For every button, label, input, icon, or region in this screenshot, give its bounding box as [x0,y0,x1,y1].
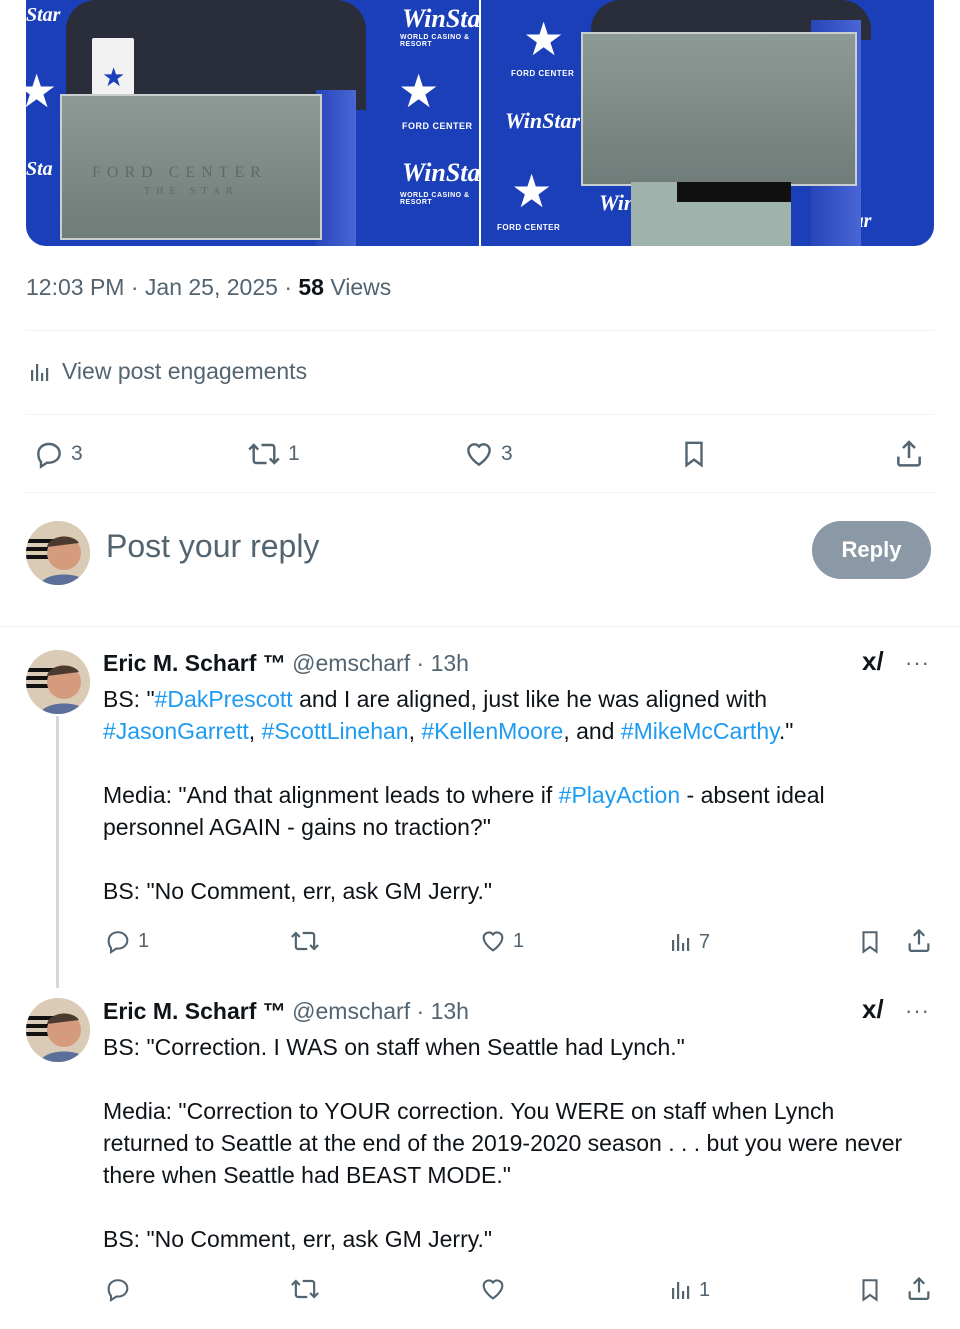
analytics-icon [28,360,52,384]
bookmark-action[interactable] [857,928,883,956]
reply-action[interactable]: 1 [104,927,149,955]
views-count: 58 [298,274,324,300]
repost-icon [246,438,282,470]
photo-left-brand: WinStar [402,4,479,33]
photo-left[interactable]: Star ★ WinStar WORLD CASINO & RESORT FOR… [26,0,479,246]
share-icon [905,927,933,955]
hashtag-link[interactable]: #JasonGarrett [103,718,249,744]
share-action[interactable] [905,927,933,955]
reply-text: BS: "Correction. I WAS on staff when Sea… [103,1034,903,1252]
avatar[interactable] [26,521,90,585]
share-icon [905,1275,933,1303]
bookmark-icon [857,928,883,956]
share-icon [893,438,925,470]
like-action[interactable]: 3 [463,438,513,470]
reply-time[interactable]: 13h [431,650,469,676]
author-name[interactable]: Eric M. Scharf ™ [103,650,286,676]
repost-action[interactable] [289,1275,327,1303]
reply-action[interactable] [104,1275,138,1303]
hashtag-link[interactable]: #KellenMoore [421,718,563,744]
author-name[interactable]: Eric M. Scharf ™ [103,998,286,1024]
thread-line [56,716,59,988]
reply-icon [104,927,132,955]
reply-input[interactable]: Post your reply [106,528,319,565]
grok-icon[interactable]: x/ [862,646,884,677]
podium-text: FORD CENTER [92,164,267,181]
repost-icon [289,927,321,955]
more-icon[interactable]: ··· [905,998,930,1024]
bookmark-action[interactable] [857,1276,883,1304]
author-handle[interactable]: @emscharf [292,650,410,676]
repost-icon [289,1275,321,1303]
hashtag-link[interactable]: #DakPrescott [155,686,293,712]
hashtag-link[interactable]: #PlayAction [559,782,680,808]
more-icon[interactable]: ··· [905,650,930,676]
analytics-icon [669,929,693,955]
avatar[interactable] [26,650,90,714]
share-action[interactable] [905,1275,933,1303]
avatar[interactable] [26,998,90,1062]
bookmark-icon [857,1276,883,1304]
reply-header: Eric M. Scharf ™ @emscharf · 13h [103,998,469,1024]
divider [26,330,934,331]
views-action[interactable]: 1 [669,1277,710,1303]
repost-action[interactable]: 1 [246,438,300,470]
reply-icon [104,1275,132,1303]
bookmark-action[interactable] [679,438,709,470]
view-engagements-link[interactable]: View post engagements [28,358,307,385]
like-action[interactable] [479,1275,513,1303]
heart-icon [479,927,507,955]
author-handle[interactable]: @emscharf [292,998,410,1024]
grok-icon[interactable]: x/ [862,994,884,1025]
hashtag-link[interactable]: #ScottLinehan [262,718,409,744]
like-action[interactable]: 1 [479,927,524,955]
reply-text: BS: "#DakPrescott and I are aligned, jus… [103,686,825,904]
heart-icon [479,1275,507,1303]
bookmark-icon [679,438,709,470]
reply-time[interactable]: 13h [431,998,469,1024]
reply-action[interactable]: 3 [33,438,83,470]
heart-icon [463,438,495,470]
reply-icon [33,438,65,470]
divider [0,626,960,627]
repost-action[interactable] [289,927,327,955]
share-action[interactable] [893,438,925,470]
divider [26,492,934,493]
divider [26,414,934,415]
post-timestamp: 12:03 PM · Jan 25, 2025 · 58 Views [26,274,392,300]
reply-button[interactable]: Reply [812,521,931,579]
star-icon: ★ [523,13,565,65]
reply-header: Eric M. Scharf ™ @emscharf · 13h [103,650,469,676]
hashtag-link[interactable]: #MikeMcCarthy [621,718,779,744]
podium [581,32,857,186]
views-action[interactable]: 7 [669,929,710,955]
media-gallery: Star ★ WinStar WORLD CASINO & RESORT FOR… [26,0,934,246]
analytics-icon [669,1277,693,1303]
photo-right[interactable]: ★ FORD CENTER WinStar ★ FORD CENTER WinS… [481,0,934,246]
star-icon: ★ [398,65,440,117]
